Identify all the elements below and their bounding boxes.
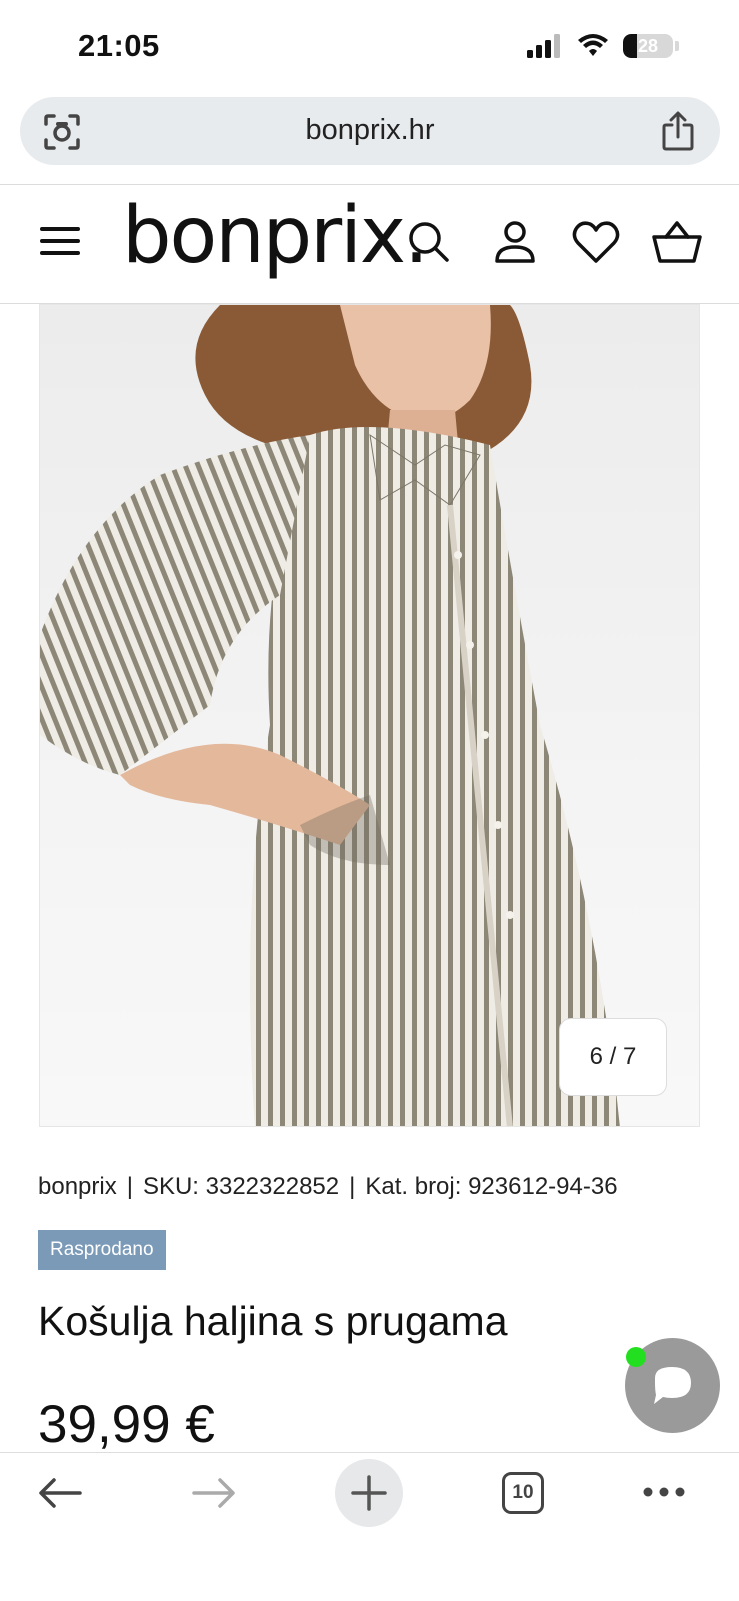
brand-name: bonprix [38, 1173, 117, 1200]
new-tab-button[interactable] [335, 1459, 403, 1527]
product-price: 39,99 € [38, 1395, 215, 1454]
product-photo [40, 305, 620, 1126]
tabs-button[interactable]: 10 [502, 1472, 544, 1514]
back-arrow-icon[interactable] [38, 1477, 82, 1509]
status-time: 21:05 [78, 28, 160, 63]
cellular-signal-icon [527, 34, 560, 58]
product-meta: bonprix | SKU: 3322322852 | Kat. broj: 92361… [38, 1173, 618, 1201]
share-icon[interactable] [660, 111, 696, 151]
product-image[interactable] [39, 304, 700, 1127]
url-text[interactable]: bonprix.hr [20, 114, 720, 147]
address-bar[interactable]: bonprix.hr [20, 97, 720, 165]
hamburger-menu-icon[interactable] [40, 225, 80, 257]
meta-separator: | [349, 1173, 356, 1200]
shopping-basket-icon[interactable] [652, 219, 702, 265]
site-header: bonprix. [0, 184, 739, 304]
search-icon[interactable] [406, 219, 452, 265]
sale-badge: Rasprodano [38, 1230, 166, 1270]
product-title: Košulja haljina s prugama [38, 1298, 508, 1344]
meta-separator: | [126, 1173, 133, 1200]
battery-percentage: 28 [637, 35, 659, 56]
bonprix-logo[interactable]: bonprix. [122, 191, 429, 281]
image-counter: 6 / 7 [559, 1018, 667, 1096]
online-status-dot [626, 1347, 646, 1367]
battery-tip [675, 41, 679, 51]
account-icon[interactable] [492, 219, 538, 265]
forward-arrow-icon[interactable] [192, 1477, 236, 1509]
wishlist-heart-icon[interactable] [572, 219, 620, 265]
catalog-number: Kat. broj: 923612-94-36 [365, 1173, 618, 1200]
plus-icon [351, 1475, 387, 1511]
more-options-icon[interactable] [642, 1486, 686, 1498]
wifi-icon [578, 34, 608, 56]
status-icons: 28 [527, 34, 679, 58]
battery-icon: 28 [623, 34, 673, 58]
sku: SKU: 3322322852 [142, 1173, 340, 1200]
